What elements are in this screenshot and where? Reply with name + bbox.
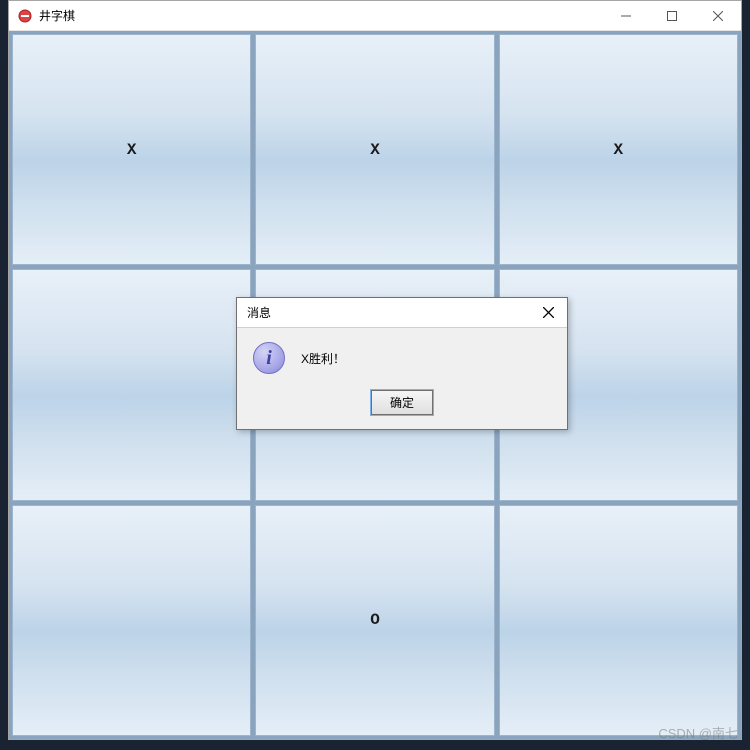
cell-2-0[interactable] bbox=[12, 505, 251, 736]
cell-0-1[interactable]: X bbox=[255, 34, 494, 265]
close-button[interactable] bbox=[695, 1, 741, 30]
app-icon bbox=[17, 8, 33, 24]
dialog-footer: 确定 bbox=[237, 384, 567, 429]
cell-0-0[interactable]: X bbox=[12, 34, 251, 265]
dialog-body: i X胜利！ bbox=[237, 328, 567, 384]
message-dialog: 消息 i X胜利！ 确定 bbox=[236, 297, 568, 430]
watermark: CSDN @南七 bbox=[658, 723, 738, 742]
dialog-close-button[interactable] bbox=[537, 302, 559, 324]
dialog-titlebar: 消息 bbox=[237, 298, 567, 328]
dialog-message: X胜利！ bbox=[301, 350, 345, 367]
cell-2-1[interactable]: O bbox=[255, 505, 494, 736]
cell-2-2[interactable] bbox=[499, 505, 738, 736]
cell-1-0[interactable] bbox=[12, 269, 251, 500]
maximize-button[interactable] bbox=[649, 1, 695, 30]
window-title: 井字棋 bbox=[39, 7, 603, 24]
titlebar: 井字棋 bbox=[9, 1, 741, 31]
ok-button[interactable]: 确定 bbox=[371, 390, 433, 415]
minimize-button[interactable] bbox=[603, 1, 649, 30]
cell-0-2[interactable]: X bbox=[499, 34, 738, 265]
window-controls bbox=[603, 1, 741, 30]
info-icon: i bbox=[253, 342, 285, 374]
dialog-title: 消息 bbox=[247, 304, 537, 321]
